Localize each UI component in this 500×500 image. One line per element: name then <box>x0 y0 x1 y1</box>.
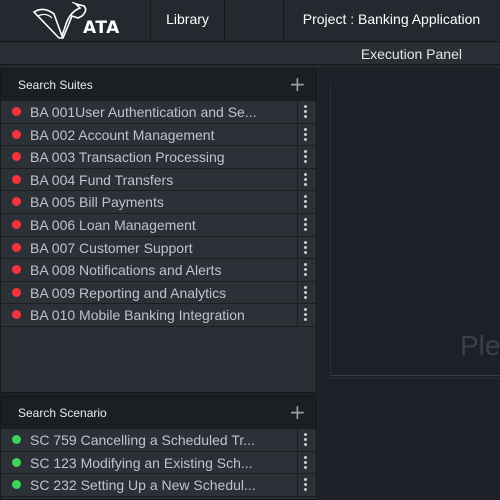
top-bar: ATA Library Project : Banking Applicatio… <box>0 0 500 42</box>
kebab-menu-icon[interactable] <box>303 150 309 164</box>
kebab-menu-icon[interactable] <box>303 455 309 470</box>
row-divider <box>297 168 298 191</box>
execution-panel-header: Execution Panel <box>0 43 500 65</box>
kebab-menu-icon[interactable] <box>303 195 309 209</box>
status-dot-icon <box>12 152 21 162</box>
execution-panel-title: Execution Panel <box>360 46 462 62</box>
search-scenario-title[interactable]: Search Scenario <box>18 406 107 420</box>
suite-label: BA 008 Notifications and Alerts <box>30 262 222 279</box>
nav-divider <box>224 0 225 42</box>
kebab-menu-icon[interactable] <box>303 285 309 300</box>
suite-row[interactable]: BA 009 Reporting and Analytics <box>1 281 316 305</box>
suite-label: BA 001User Authentication and Se... <box>30 104 257 120</box>
suites-panel: Search Suites + BA 001User Authenticatio… <box>0 68 317 393</box>
suite-label: BA 010 Mobile Banking Integration <box>30 307 245 324</box>
suite-row[interactable]: BA 005 Bill Payments <box>1 191 316 214</box>
suite-row[interactable]: BA 006 Loan Management <box>1 213 316 237</box>
add-suite-plus-icon[interactable]: + <box>289 74 306 94</box>
scenario-label: SC 232 Setting Up a New Schedul... <box>30 477 256 494</box>
execution-area-divider <box>330 375 500 376</box>
row-divider <box>297 236 298 259</box>
status-dot-icon <box>12 197 21 207</box>
kebab-menu-icon[interactable] <box>303 240 309 255</box>
status-dot-icon <box>12 310 21 320</box>
status-dot-icon <box>12 174 21 184</box>
suite-label: BA 002 Account Management <box>30 126 215 143</box>
status-dot-icon <box>12 480 21 490</box>
project-title: Project : Banking Application <box>302 11 481 27</box>
row-divider <box>297 451 298 474</box>
suite-label: BA 006 Loan Management <box>30 216 196 233</box>
kebab-menu-icon[interactable] <box>303 433 309 447</box>
suite-row[interactable]: BA 001User Authentication and Se... <box>1 101 316 124</box>
row-divider <box>297 429 298 451</box>
status-dot-icon <box>12 435 21 444</box>
suite-list: BA 001User Authentication and Se... BA 00… <box>1 101 316 327</box>
kebab-menu-icon[interactable] <box>303 172 309 187</box>
execution-area-divider <box>330 378 500 379</box>
suite-label: BA 005 Bill Payments <box>30 194 164 211</box>
scenario-label: SC 123 Modifying an Existing Sch... <box>30 454 253 471</box>
suite-label: BA 004 Fund Transfers <box>30 171 174 188</box>
execution-placeholder-text: Ple <box>460 330 500 361</box>
row-divider <box>297 281 298 304</box>
nav-library[interactable]: Library <box>151 0 224 42</box>
search-suites-title[interactable]: Search Suites <box>18 78 93 92</box>
row-divider <box>297 474 298 497</box>
status-dot-icon <box>12 219 21 229</box>
scenario-row[interactable]: SC 759 Cancelling a Scheduled Tr... <box>1 429 316 452</box>
status-dot-icon <box>12 265 21 275</box>
row-divider <box>297 191 298 214</box>
row-divider <box>297 259 298 282</box>
row-divider <box>297 123 298 146</box>
add-scenario-plus-icon[interactable]: + <box>289 402 306 422</box>
scenario-row[interactable]: SC 123 Modifying an Existing Sch... <box>1 451 316 475</box>
suite-row[interactable]: BA 003 Transaction Processing <box>1 146 316 169</box>
kebab-menu-icon[interactable] <box>303 263 309 277</box>
scenario-panel: Search Scenario + SC 759 Cancelling a Sc… <box>0 396 317 500</box>
scenario-panel-header: Search Scenario + <box>1 397 316 429</box>
scenario-row[interactable]: SC 232 Setting Up a New Schedul... <box>1 474 316 497</box>
suite-row[interactable]: BA 004 Fund Transfers <box>1 168 316 192</box>
suite-row[interactable]: BA 008 Notifications and Alerts <box>1 259 316 282</box>
kebab-menu-icon[interactable] <box>303 308 309 322</box>
suite-label: BA 007 Customer Support <box>30 239 193 256</box>
logo-text: ATA <box>83 18 120 38</box>
suite-label: BA 009 Reporting and Analytics <box>30 284 227 301</box>
vata-logo[interactable]: ATA <box>0 0 150 42</box>
row-divider <box>297 101 298 123</box>
row-divider <box>297 146 298 169</box>
status-dot-icon <box>12 129 21 139</box>
suite-row[interactable]: BA 010 Mobile Banking Integration <box>1 304 316 327</box>
suite-row[interactable]: BA 007 Customer Support <box>1 236 316 260</box>
suites-panel-header: Search Suites + <box>1 69 316 101</box>
row-divider <box>297 213 298 236</box>
suite-row[interactable]: BA 002 Account Management <box>1 123 316 147</box>
kebab-menu-icon[interactable] <box>303 105 309 119</box>
row-divider <box>297 304 298 327</box>
kebab-menu-icon[interactable] <box>303 217 309 232</box>
execution-area[interactable]: Ple <box>318 68 500 500</box>
status-dot-icon <box>12 107 21 116</box>
status-dot-icon <box>12 242 21 252</box>
scenario-label: SC 759 Cancelling a Scheduled Tr... <box>30 432 255 448</box>
execution-area-border <box>330 84 331 376</box>
status-dot-icon <box>12 287 21 297</box>
kebab-menu-icon[interactable] <box>303 127 309 142</box>
kebab-menu-icon[interactable] <box>303 478 309 492</box>
scenario-list: SC 759 Cancelling a Scheduled Tr... SC 12… <box>1 429 316 497</box>
suite-label: BA 003 Transaction Processing <box>30 149 225 166</box>
status-dot-icon <box>12 457 21 467</box>
